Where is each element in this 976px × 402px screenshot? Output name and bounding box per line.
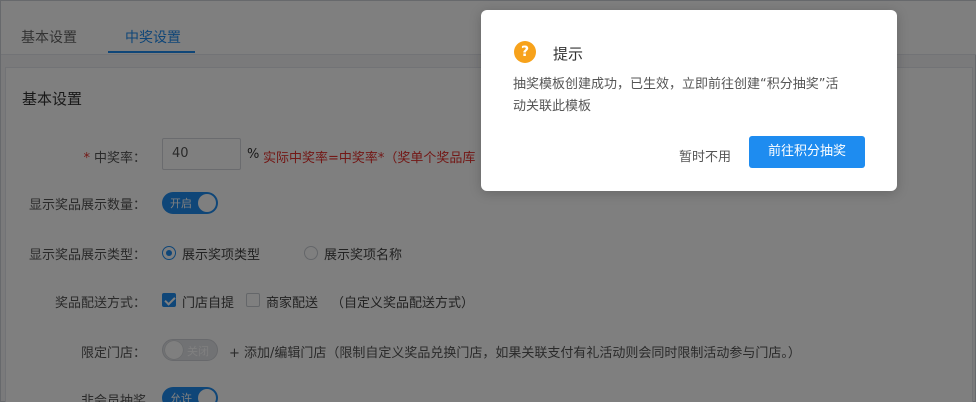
dialog-message: 抽奖模板创建成功，已生效，立即前往创建“积分抽奖”活动关联此模板 — [513, 77, 839, 114]
question-icon: ? — [514, 41, 536, 63]
cancel-button[interactable]: 暂时不用 — [660, 144, 750, 172]
go-to-points-lottery-button[interactable]: 前往积分抽奖 — [749, 136, 865, 168]
confirm-dialog: ? 提示 抽奖模板创建成功，已生效，立即前往创建“积分抽奖”活动关联此模板 暂时… — [481, 10, 897, 191]
dialog-title: 提示 — [553, 45, 584, 63]
